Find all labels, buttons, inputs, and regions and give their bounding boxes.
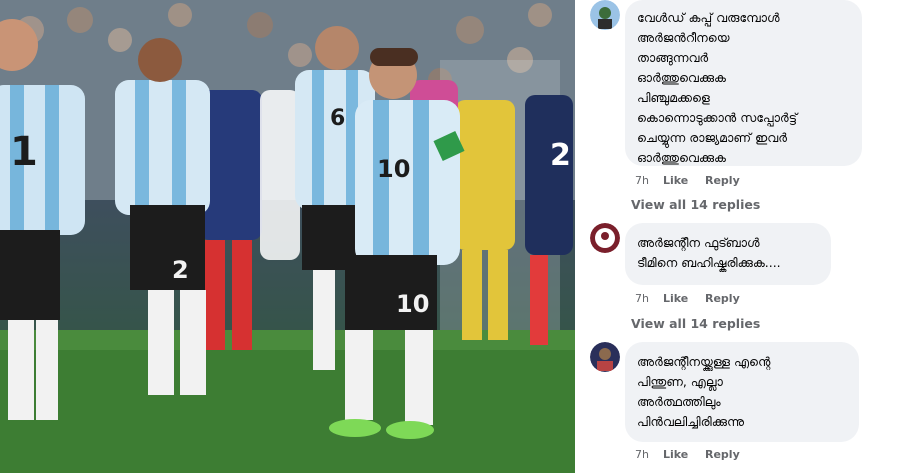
comments-panel: വേൾഡ് കപ്പ് വരുമ്പോൾ അർജൻറീനയെ താങ്ങുന്ന… [576, 0, 900, 473]
svg-text:6: 6 [330, 106, 345, 131]
avatar-image-icon [590, 0, 620, 30]
comment-timestamp: 7h [635, 448, 649, 461]
svg-text:10: 10 [396, 290, 429, 318]
commenter-avatar[interactable] [590, 0, 620, 30]
comment-bubble: അർജന്റീനയ്ക്കുള്ള എന്റെ പിന്തുണ, എല്ലാ അ… [625, 342, 859, 442]
argentina-team-photo: 1 2 6 10 10 2 [0, 0, 575, 473]
svg-text:2: 2 [550, 138, 571, 173]
svg-text:1: 1 [10, 129, 38, 175]
comment-text-line: ഓർത്തുവെക്കുക [637, 70, 726, 85]
comment-text-line: പിഞ്ചുമക്കളെ [637, 90, 710, 105]
avatar-image-icon [590, 342, 620, 372]
avatar-image-icon [590, 223, 620, 253]
comment-text-line: അർജൻറീനയെ [637, 30, 730, 45]
comment-bubble: വേൾഡ് കപ്പ് വരുമ്പോൾ അർജൻറീനയെ താങ്ങുന്ന… [625, 0, 862, 166]
view-replies-link[interactable]: View all 14 replies [631, 197, 760, 212]
comment-text-line: താങ്ങുന്നവർ [637, 50, 709, 65]
comment-text-line: അർജന്റീനയ്ക്കുള്ള എന്റെ [637, 354, 771, 369]
comment-bubble: അർജന്റീന ഫുട്ബാൾ ടീമിനെ ബഹിഷ്കരിക്കുക...… [625, 223, 831, 285]
photo-illustration: 1 2 6 10 10 2 [0, 0, 575, 473]
reply-button[interactable]: Reply [705, 292, 740, 305]
comment-text-line: ഓർത്തുവെക്കുക [637, 150, 726, 165]
comment-text-line: ചെയ്യുന്ന രാജ്യമാണ് ഇവർ [637, 130, 788, 145]
like-button[interactable]: Like [663, 448, 705, 461]
reply-button[interactable]: Reply [705, 174, 740, 187]
reply-button[interactable]: Reply [705, 448, 740, 461]
comment-text-line: ടീമിനെ ബഹിഷ്കരിക്കുക.... [637, 255, 781, 270]
comment-text-line: അർജന്റീന ഫുട്ബാൾ [637, 235, 760, 250]
comment-actions: 7h Like Reply [635, 292, 740, 305]
comment-text-line: പിന്തുണ, എല്ലാ [637, 374, 723, 389]
comment-text-line: അർത്ഥത്തിലും [637, 394, 721, 409]
like-button[interactable]: Like [663, 292, 705, 305]
comment-text-line: പിൻവലിച്ചിരിക്കുന്നു [637, 414, 745, 429]
comment-timestamp: 7h [635, 174, 649, 187]
comment-actions: 7h Like Reply [635, 174, 740, 187]
svg-text:2: 2 [172, 256, 189, 284]
like-button[interactable]: Like [663, 174, 705, 187]
comment-text-line: കൊന്നൊടുക്കാൻ സപ്പോർട്ട് [637, 110, 798, 125]
comment-timestamp: 7h [635, 292, 649, 305]
view-replies-link[interactable]: View all 14 replies [631, 316, 760, 331]
commenter-avatar[interactable] [590, 223, 620, 253]
commenter-avatar[interactable] [590, 342, 620, 372]
svg-text:10: 10 [377, 155, 410, 183]
comment-text-line: വേൾഡ് കപ്പ് വരുമ്പോൾ [637, 10, 780, 25]
comment-actions: 7h Like Reply [635, 448, 740, 461]
